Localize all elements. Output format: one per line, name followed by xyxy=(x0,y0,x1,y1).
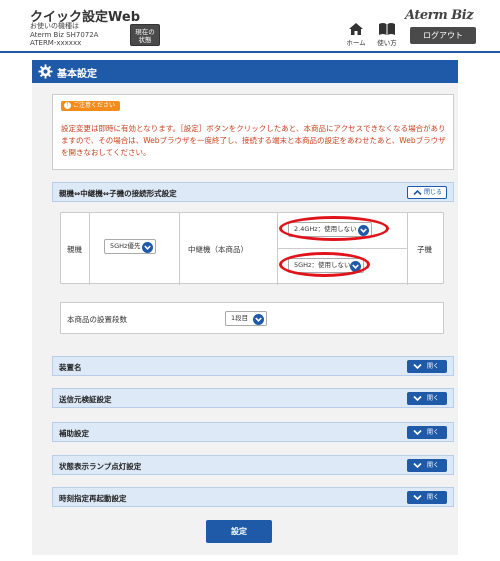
home-label: ホーム xyxy=(346,39,366,47)
notice-text: 設定変更は即時に有効となります。［設定］ボタンをクリックしたあと、本商品にアクセ… xyxy=(61,124,446,157)
section-title-connection: 親機⇔中継機⇔子機の接続形式設定 xyxy=(59,189,177,198)
parent-label: 親機 xyxy=(67,245,82,254)
repeater-label: 中継機（本商品） xyxy=(188,245,248,254)
table-divider xyxy=(277,248,407,249)
table-divider xyxy=(277,213,278,285)
section-title: 補助設定 xyxy=(59,429,89,438)
device-info-line1: お使いの機種は xyxy=(30,22,79,30)
manual-label: 使い方 xyxy=(377,39,397,47)
page-title-bar: 基本設定 xyxy=(32,60,458,83)
table-divider xyxy=(89,213,90,285)
brand-logo: Aterm Biz xyxy=(405,8,474,23)
gear-icon xyxy=(38,64,53,79)
chevron-down-icon xyxy=(142,241,153,253)
open-button-source-verification[interactable]: 開く xyxy=(407,392,447,405)
parent-mode-value: 5GHz優先 xyxy=(110,242,141,250)
book-icon xyxy=(379,23,395,35)
notice-badge-label: ご注意ください xyxy=(73,102,116,109)
child-label: 子機 xyxy=(417,245,432,254)
open-button-auxiliary[interactable]: 開く xyxy=(407,426,447,439)
home-button[interactable]: ホーム xyxy=(342,22,370,47)
notice-badge: ! ご注意ください xyxy=(61,101,121,111)
manual-button[interactable]: 使い方 xyxy=(373,22,401,47)
notice-box: ! ご注意ください 設定変更は即時に有効となります。［設定］ボタンをクリックしたあ… xyxy=(52,94,454,170)
open-button-scheduled-reboot[interactable]: 開く xyxy=(407,491,447,504)
section-title: 時刻指定再起動設定 xyxy=(59,494,127,503)
open-label: 開く xyxy=(427,494,440,501)
open-label: 開く xyxy=(427,429,440,436)
install-stage-select[interactable]: 1段目 xyxy=(225,311,267,326)
section-title: 送信元検証設定 xyxy=(59,395,112,404)
open-label: 開く xyxy=(427,363,440,370)
chevron-down-icon xyxy=(413,363,422,370)
open-button-status-lamp[interactable]: 開く xyxy=(407,459,447,472)
install-stage-box: 本商品の設置段数 1段目 xyxy=(60,302,444,334)
section-header-connection: 親機⇔中継機⇔子機の接続形式設定 閉じる xyxy=(52,182,454,202)
close-label: 閉じる xyxy=(424,189,443,196)
open-label: 開く xyxy=(427,462,440,469)
header-divider xyxy=(0,51,500,53)
device-info: お使いの機種は Aterm Biz SH7072A ATERM-xxxxxx xyxy=(30,22,98,48)
close-button-connection[interactable]: 閉じる xyxy=(407,186,447,199)
section-device-name: 装置名 開く xyxy=(52,356,454,376)
page-title: 基本設定 xyxy=(57,69,97,80)
header: クイック設定Web お使いの機種は Aterm Biz SH7072A ATER… xyxy=(0,0,500,52)
section-scheduled-reboot: 時刻指定再起動設定 開く xyxy=(52,487,454,507)
status-button-line1: 現在の xyxy=(135,28,155,36)
table-divider xyxy=(407,213,408,285)
device-info-model: Aterm Biz SH7072A xyxy=(30,30,99,39)
chevron-up-icon xyxy=(413,189,422,196)
chevron-down-icon xyxy=(253,313,264,325)
current-status-button[interactable]: 現在の 状態 xyxy=(130,24,160,46)
connection-table: 親機 5GHz優先 中継機（本商品） 2.4GHz：使用しない 5GHz：使用し… xyxy=(60,212,444,285)
section-source-verification: 送信元検証設定 開く xyxy=(52,388,454,408)
chevron-down-icon xyxy=(413,494,422,501)
open-button-device-name[interactable]: 開く xyxy=(407,360,447,373)
home-icon xyxy=(349,23,363,35)
logout-button[interactable]: ログアウト xyxy=(410,27,476,44)
highlight-oval-5ghz xyxy=(279,252,370,277)
install-stage-value: 1段目 xyxy=(231,314,249,322)
chevron-down-icon xyxy=(413,395,422,402)
section-title: 状態表示ランプ点灯設定 xyxy=(59,462,142,471)
exclamation-icon: ! xyxy=(64,102,71,109)
status-button-line2: 状態 xyxy=(138,36,152,44)
section-auxiliary: 補助設定 開く xyxy=(52,422,454,442)
install-stage-label: 本商品の設置段数 xyxy=(67,315,127,324)
section-title: 装置名 xyxy=(59,363,82,372)
open-label: 開く xyxy=(427,395,440,402)
section-status-lamp: 状態表示ランプ点灯設定 開く xyxy=(52,455,454,475)
chevron-down-icon xyxy=(413,462,422,469)
device-info-id: ATERM-xxxxxx xyxy=(30,39,82,47)
parent-mode-select[interactable]: 5GHz優先 xyxy=(104,239,156,254)
highlight-oval-24ghz xyxy=(279,216,389,241)
table-divider xyxy=(179,213,180,285)
chevron-down-icon xyxy=(413,429,422,436)
submit-button[interactable]: 設定 xyxy=(206,520,272,543)
